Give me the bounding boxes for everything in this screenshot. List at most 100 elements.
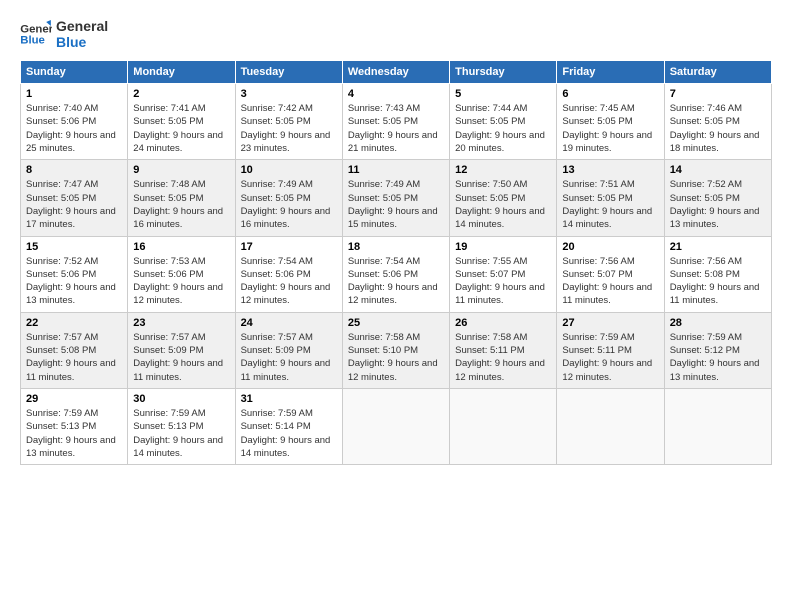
day-number: 12 xyxy=(455,164,551,176)
day-number: 27 xyxy=(562,317,658,329)
logo: General Blue General Blue xyxy=(20,18,108,50)
calendar-cell xyxy=(664,388,771,464)
day-info: Sunrise: 7:58 AM Sunset: 5:10 PM Dayligh… xyxy=(348,331,444,384)
day-number: 29 xyxy=(26,393,122,405)
calendar-cell: 18 Sunrise: 7:54 AM Sunset: 5:06 PM Dayli… xyxy=(342,236,449,312)
day-info: Sunrise: 7:59 AM Sunset: 5:13 PM Dayligh… xyxy=(133,407,229,460)
day-info: Sunrise: 7:57 AM Sunset: 5:08 PM Dayligh… xyxy=(26,331,122,384)
day-number: 5 xyxy=(455,88,551,100)
day-info: Sunrise: 7:41 AM Sunset: 5:05 PM Dayligh… xyxy=(133,102,229,155)
day-info: Sunrise: 7:57 AM Sunset: 5:09 PM Dayligh… xyxy=(241,331,337,384)
day-number: 7 xyxy=(670,88,766,100)
day-number: 9 xyxy=(133,164,229,176)
day-info: Sunrise: 7:53 AM Sunset: 5:06 PM Dayligh… xyxy=(133,255,229,308)
day-info: Sunrise: 7:57 AM Sunset: 5:09 PM Dayligh… xyxy=(133,331,229,384)
weekday-header-monday: Monday xyxy=(128,61,235,84)
day-number: 31 xyxy=(241,393,337,405)
day-info: Sunrise: 7:40 AM Sunset: 5:06 PM Dayligh… xyxy=(26,102,122,155)
day-info: Sunrise: 7:55 AM Sunset: 5:07 PM Dayligh… xyxy=(455,255,551,308)
calendar-cell: 21Sunrise: 7:56 AM Sunset: 5:08 PM Dayli… xyxy=(664,236,771,312)
calendar-cell: 10Sunrise: 7:49 AM Sunset: 5:05 PM Dayli… xyxy=(235,160,342,236)
calendar-cell: 2 Sunrise: 7:41 AM Sunset: 5:05 PM Daylig… xyxy=(128,84,235,160)
calendar-cell: 15 Sunrise: 7:52 AM Sunset: 5:06 PM Dayli… xyxy=(21,236,128,312)
day-number: 13 xyxy=(562,164,658,176)
calendar-cell: 30 Sunrise: 7:59 AM Sunset: 5:13 PM Dayli… xyxy=(128,388,235,464)
weekday-header-tuesday: Tuesday xyxy=(235,61,342,84)
day-number: 25 xyxy=(348,317,444,329)
calendar-cell xyxy=(557,388,664,464)
calendar-cell: 14 Sunrise: 7:52 AM Sunset: 5:05 PM Dayli… xyxy=(664,160,771,236)
day-number: 24 xyxy=(241,317,337,329)
calendar-week-row: 1 Sunrise: 7:40 AM Sunset: 5:06 PM Daylig… xyxy=(21,84,772,160)
calendar-cell: 13 Sunrise: 7:51 AM Sunset: 5:05 PM Dayli… xyxy=(557,160,664,236)
calendar-cell: 31 Sunrise: 7:59 AM Sunset: 5:14 PM Dayli… xyxy=(235,388,342,464)
weekday-header-row: SundayMondayTuesdayWednesdayThursdayFrid… xyxy=(21,61,772,84)
calendar-cell: 27 Sunrise: 7:59 AM Sunset: 5:11 PM Dayli… xyxy=(557,312,664,388)
day-info: Sunrise: 7:50 AM Sunset: 5:05 PM Dayligh… xyxy=(455,178,551,231)
svg-text:Blue: Blue xyxy=(20,35,45,47)
calendar-cell: 28 Sunrise: 7:59 AM Sunset: 5:12 PM Dayli… xyxy=(664,312,771,388)
day-number: 28 xyxy=(670,317,766,329)
day-info: Sunrise: 7:54 AM Sunset: 5:06 PM Dayligh… xyxy=(348,255,444,308)
calendar-cell: 6Sunrise: 7:45 AM Sunset: 5:05 PM Daylig… xyxy=(557,84,664,160)
day-info: Sunrise: 7:59 AM Sunset: 5:13 PM Dayligh… xyxy=(26,407,122,460)
day-info: Sunrise: 7:59 AM Sunset: 5:12 PM Dayligh… xyxy=(670,331,766,384)
day-number: 17 xyxy=(241,241,337,253)
calendar-cell: 24 Sunrise: 7:57 AM Sunset: 5:09 PM Dayli… xyxy=(235,312,342,388)
day-number: 16 xyxy=(133,241,229,253)
day-number: 1 xyxy=(26,88,122,100)
calendar-table: SundayMondayTuesdayWednesdayThursdayFrid… xyxy=(20,60,772,465)
header: General Blue General Blue xyxy=(20,18,772,50)
day-info: Sunrise: 7:54 AM Sunset: 5:06 PM Dayligh… xyxy=(241,255,337,308)
day-number: 18 xyxy=(348,241,444,253)
calendar-week-row: 29 Sunrise: 7:59 AM Sunset: 5:13 PM Dayli… xyxy=(21,388,772,464)
day-info: Sunrise: 7:42 AM Sunset: 5:05 PM Dayligh… xyxy=(241,102,337,155)
logo-icon: General Blue xyxy=(20,20,52,48)
day-info: Sunrise: 7:48 AM Sunset: 5:05 PM Dayligh… xyxy=(133,178,229,231)
day-number: 14 xyxy=(670,164,766,176)
logo-general: General xyxy=(56,18,108,34)
day-info: Sunrise: 7:51 AM Sunset: 5:05 PM Dayligh… xyxy=(562,178,658,231)
svg-text:General: General xyxy=(20,23,52,35)
day-number: 3 xyxy=(241,88,337,100)
day-number: 30 xyxy=(133,393,229,405)
weekday-header-wednesday: Wednesday xyxy=(342,61,449,84)
calendar-cell: 12 Sunrise: 7:50 AM Sunset: 5:05 PM Dayli… xyxy=(450,160,557,236)
day-number: 19 xyxy=(455,241,551,253)
day-info: Sunrise: 7:52 AM Sunset: 5:06 PM Dayligh… xyxy=(26,255,122,308)
day-number: 4 xyxy=(348,88,444,100)
day-number: 26 xyxy=(455,317,551,329)
calendar-cell: 11 Sunrise: 7:49 AM Sunset: 5:05 PM Dayli… xyxy=(342,160,449,236)
day-info: Sunrise: 7:59 AM Sunset: 5:14 PM Dayligh… xyxy=(241,407,337,460)
weekday-header-sunday: Sunday xyxy=(21,61,128,84)
day-info: Sunrise: 7:49 AM Sunset: 5:05 PM Dayligh… xyxy=(348,178,444,231)
calendar-cell: 8 Sunrise: 7:47 AM Sunset: 5:05 PM Daylig… xyxy=(21,160,128,236)
calendar-cell: 16 Sunrise: 7:53 AM Sunset: 5:06 PM Dayli… xyxy=(128,236,235,312)
calendar-page: General Blue General Blue SundayMondayTu… xyxy=(0,0,792,612)
day-number: 11 xyxy=(348,164,444,176)
day-info: Sunrise: 7:59 AM Sunset: 5:11 PM Dayligh… xyxy=(562,331,658,384)
weekday-header-friday: Friday xyxy=(557,61,664,84)
logo-blue: Blue xyxy=(56,34,108,50)
day-number: 20 xyxy=(562,241,658,253)
calendar-cell: 23Sunrise: 7:57 AM Sunset: 5:09 PM Dayli… xyxy=(128,312,235,388)
day-number: 6 xyxy=(562,88,658,100)
day-info: Sunrise: 7:47 AM Sunset: 5:05 PM Dayligh… xyxy=(26,178,122,231)
calendar-cell: 5Sunrise: 7:44 AM Sunset: 5:05 PM Daylig… xyxy=(450,84,557,160)
weekday-header-thursday: Thursday xyxy=(450,61,557,84)
calendar-week-row: 15 Sunrise: 7:52 AM Sunset: 5:06 PM Dayli… xyxy=(21,236,772,312)
day-info: Sunrise: 7:58 AM Sunset: 5:11 PM Dayligh… xyxy=(455,331,551,384)
calendar-cell: 1 Sunrise: 7:40 AM Sunset: 5:06 PM Daylig… xyxy=(21,84,128,160)
calendar-cell: 17 Sunrise: 7:54 AM Sunset: 5:06 PM Dayli… xyxy=(235,236,342,312)
day-number: 22 xyxy=(26,317,122,329)
day-number: 8 xyxy=(26,164,122,176)
calendar-cell: 25 Sunrise: 7:58 AM Sunset: 5:10 PM Dayli… xyxy=(342,312,449,388)
day-info: Sunrise: 7:52 AM Sunset: 5:05 PM Dayligh… xyxy=(670,178,766,231)
day-number: 2 xyxy=(133,88,229,100)
calendar-week-row: 8 Sunrise: 7:47 AM Sunset: 5:05 PM Daylig… xyxy=(21,160,772,236)
calendar-cell: 26 Sunrise: 7:58 AM Sunset: 5:11 PM Dayli… xyxy=(450,312,557,388)
day-number: 21 xyxy=(670,241,766,253)
day-number: 15 xyxy=(26,241,122,253)
weekday-header-saturday: Saturday xyxy=(664,61,771,84)
calendar-cell xyxy=(450,388,557,464)
